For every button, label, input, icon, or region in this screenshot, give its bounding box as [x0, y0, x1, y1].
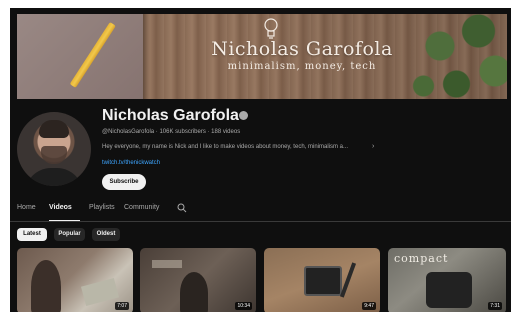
chip-popular[interactable]: Popular	[54, 228, 85, 241]
thumbnail-person	[31, 260, 61, 312]
thumbnail-pen	[339, 262, 357, 298]
tab-videos[interactable]: Videos	[49, 204, 72, 211]
tab-playlists[interactable]: Playlists	[89, 204, 115, 211]
video-thumbnail[interactable]: 10:34	[140, 248, 256, 312]
tab-home[interactable]: Home	[17, 204, 36, 211]
channel-banner: Nicholas Garofola minimalism, money, tec…	[17, 14, 507, 99]
tab-community[interactable]: Community	[124, 204, 159, 211]
channel-description[interactable]: Hey everyone, my name is Nick and I like…	[102, 144, 402, 150]
verified-icon	[239, 111, 248, 120]
thumbnail-bag	[426, 272, 472, 308]
channel-handle: @NicholasGarofola	[102, 129, 155, 135]
video-thumbnail[interactable]: compact 7:31	[388, 248, 506, 312]
chip-latest[interactable]: Latest	[17, 228, 47, 241]
banner-title: Nicholas Garofola	[211, 38, 393, 60]
avatar-beard	[41, 146, 67, 164]
avatar-shirt	[25, 168, 83, 186]
banner-subtitle: minimalism, money, tech	[227, 61, 377, 72]
thumbnail-tablet	[304, 266, 342, 296]
subscribe-button[interactable]: Subscribe	[102, 174, 146, 190]
avatar[interactable]	[17, 112, 91, 186]
video-thumbnail[interactable]: 7:07	[17, 248, 133, 312]
chip-oldest[interactable]: Oldest	[92, 228, 120, 241]
tabs-divider	[10, 221, 511, 222]
channel-name: Nicholas Garofola	[102, 107, 239, 124]
video-thumbnail[interactable]: 9:47	[264, 248, 380, 312]
subscriber-count: 106K subscribers	[159, 129, 206, 135]
avatar-hair	[39, 120, 69, 138]
banner-notebook-image	[17, 14, 143, 99]
video-duration: 7:07	[115, 302, 129, 310]
channel-page: Nicholas Garofola minimalism, money, tec…	[10, 8, 511, 312]
video-count: 188 videos	[211, 129, 241, 135]
video-duration: 7:31	[488, 302, 502, 310]
channel-link[interactable]: twitch.tv/thenickwatch	[102, 160, 160, 166]
lightbulb-icon	[264, 18, 278, 39]
thumbnail-person	[180, 272, 208, 312]
video-duration: 10:34	[235, 302, 252, 310]
channel-meta: @NicholasGarofola · 106K subscribers · 1…	[102, 129, 240, 135]
thumbnail-sign	[152, 260, 182, 268]
video-duration: 9:47	[362, 302, 376, 310]
thumbnail-cash	[80, 277, 120, 307]
search-icon[interactable]	[177, 203, 187, 213]
thumbnail-overlay-text: compact	[394, 252, 449, 265]
chevron-right-icon[interactable]: ›	[372, 143, 374, 150]
